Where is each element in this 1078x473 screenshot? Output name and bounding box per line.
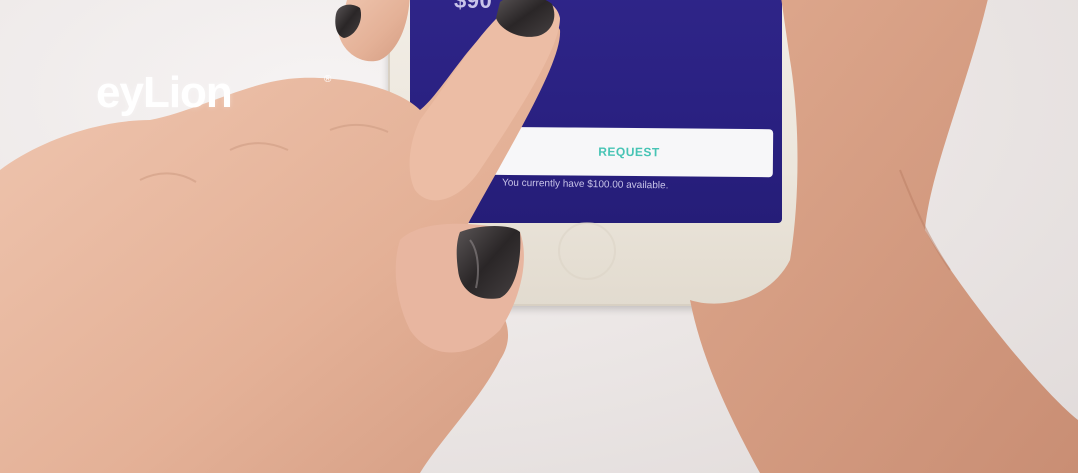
right-hand bbox=[690, 0, 1078, 473]
registered-mark: ® bbox=[324, 74, 332, 85]
photo-scene: $90 REQUEST You currently have $100.00 a… bbox=[0, 0, 1078, 473]
brand-logo: eyLion bbox=[96, 68, 233, 117]
